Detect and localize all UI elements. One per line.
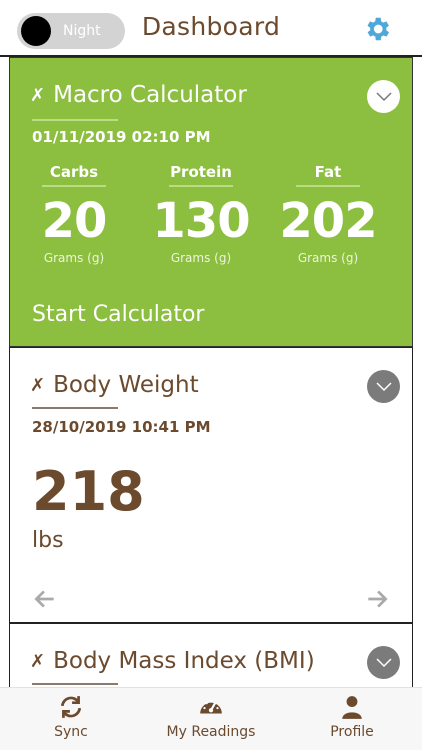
- arrow-left-icon[interactable]: [32, 586, 58, 612]
- macro-carbs: Carbs 20 Grams (g): [14, 163, 134, 265]
- arrow-right-icon[interactable]: [364, 586, 390, 612]
- gear-icon[interactable]: [362, 14, 392, 44]
- card-title: Body Weight: [53, 372, 199, 398]
- runner-logo-icon: ✗: [30, 84, 46, 106]
- tab-profile[interactable]: Profile: [292, 694, 412, 740]
- label-underline: [169, 185, 233, 187]
- weight-unit: lbs: [32, 528, 64, 553]
- card-header: ✗ Body Mass Index (BMI): [30, 648, 315, 674]
- macro-value: 130: [152, 193, 250, 249]
- tab-bar: Sync My Readings Profile: [0, 687, 422, 750]
- macro-value: 202: [279, 193, 377, 249]
- macro-fat: Fat 202 Grams (g): [268, 163, 388, 265]
- macro-calculator-card[interactable]: ✗ Macro Calculator 01/11/2019 02:10 PM C…: [9, 57, 413, 347]
- tab-label: My Readings: [166, 724, 256, 740]
- macro-label: Carbs: [49, 163, 99, 181]
- runner-logo-icon: ✗: [30, 650, 46, 672]
- card-title: Macro Calculator: [53, 82, 247, 108]
- card-header: ✗ Body Weight: [30, 372, 199, 398]
- macro-value: 20: [41, 193, 108, 249]
- macro-unit: Grams (g): [170, 251, 232, 265]
- card-header: ✗ Macro Calculator: [30, 82, 247, 108]
- person-icon: [342, 696, 362, 719]
- sync-icon: [60, 696, 82, 718]
- macro-label: Protein: [170, 163, 232, 181]
- tab-my-readings[interactable]: My Readings: [151, 694, 271, 740]
- gauge-icon: [200, 699, 222, 714]
- title-underline: [32, 407, 118, 409]
- title-underline: [32, 683, 118, 685]
- macro-unit: Grams (g): [43, 251, 105, 265]
- card-title: Body Mass Index (BMI): [53, 648, 315, 674]
- label-underline: [296, 185, 360, 187]
- start-calculator-button[interactable]: Start Calculator: [32, 302, 204, 327]
- tab-sync[interactable]: Sync: [11, 694, 131, 740]
- chevron-down-icon[interactable]: [367, 646, 400, 679]
- macro-label: Fat: [314, 163, 342, 181]
- runner-logo-icon: ✗: [30, 374, 46, 396]
- page-title: Dashboard: [141, 12, 281, 41]
- card-date: 28/10/2019 10:41 PM: [32, 418, 211, 436]
- tab-label: Profile: [330, 724, 374, 740]
- header: Night Dashboard: [0, 0, 422, 56]
- chevron-down-icon[interactable]: [367, 370, 400, 403]
- body-weight-card[interactable]: ✗ Body Weight 28/10/2019 10:41 PM 218 lb…: [9, 347, 413, 623]
- label-underline: [42, 185, 106, 187]
- card-date: 01/11/2019 02:10 PM: [32, 128, 211, 146]
- macro-protein: Protein 130 Grams (g): [141, 163, 261, 265]
- tab-label: Sync: [54, 724, 88, 740]
- title-underline: [32, 119, 118, 121]
- chevron-down-icon[interactable]: [367, 80, 400, 113]
- macro-unit: Grams (g): [297, 251, 359, 265]
- bmi-card[interactable]: ✗ Body Mass Index (BMI): [9, 623, 413, 693]
- weight-value: 218: [32, 460, 145, 523]
